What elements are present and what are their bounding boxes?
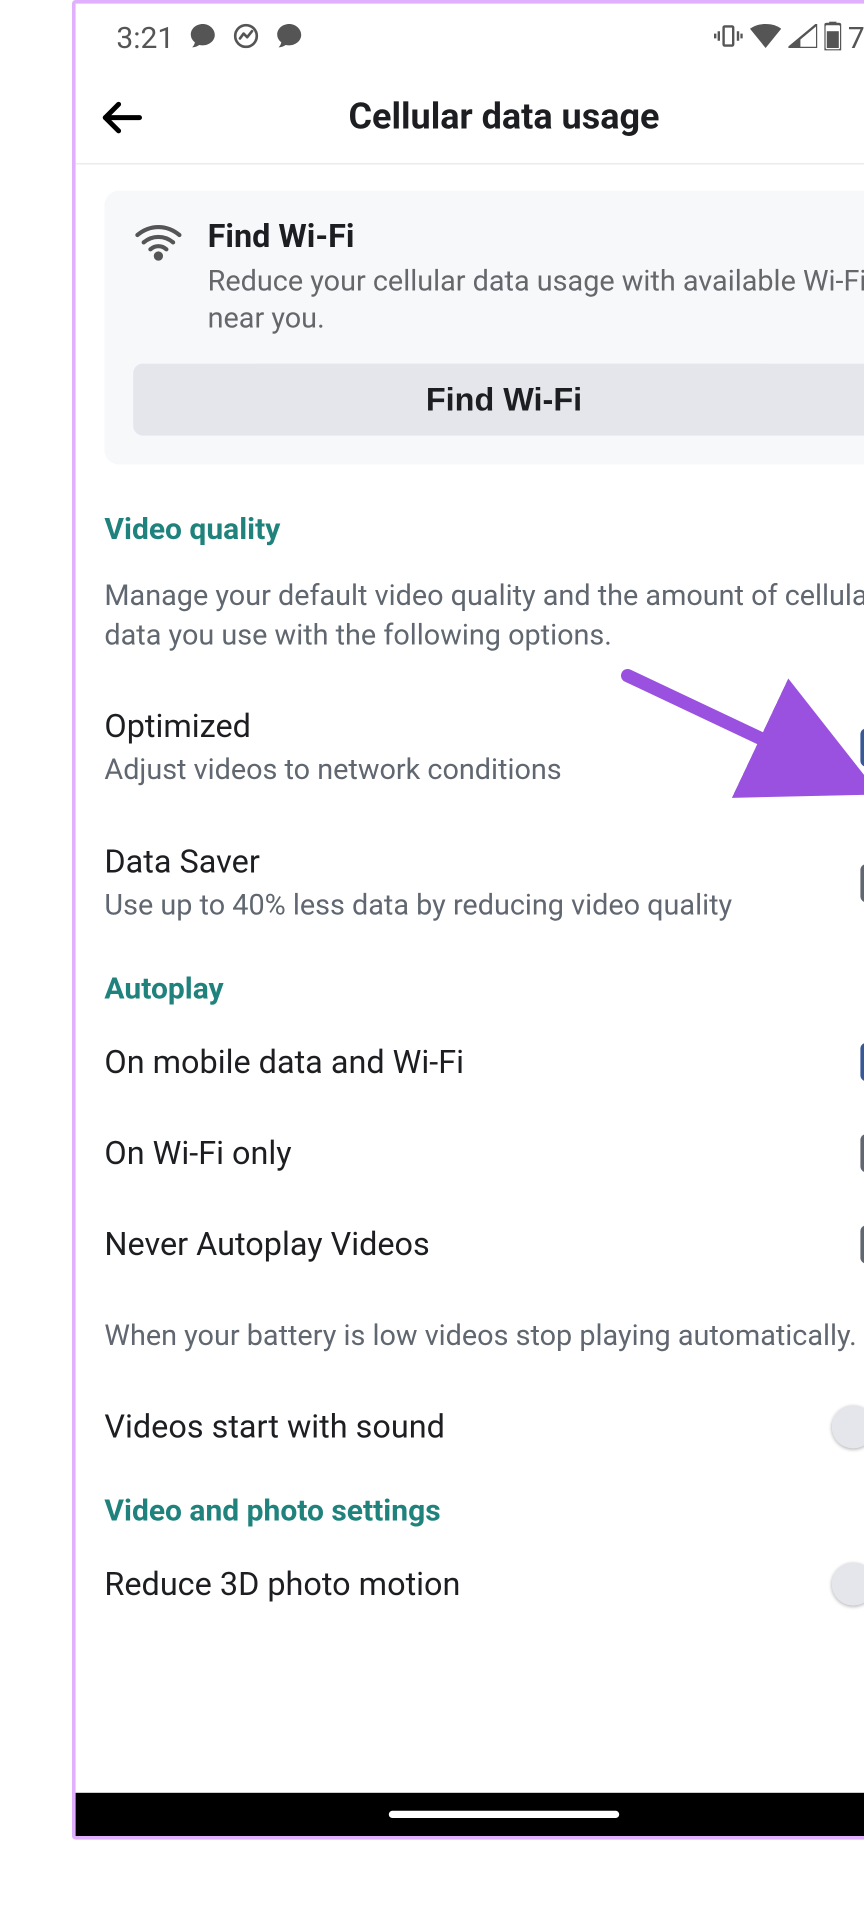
checkbox-optimized[interactable] <box>860 729 864 767</box>
navigation-bar <box>76 1793 864 1836</box>
video-photo-header: Video and photo settings <box>104 1494 864 1529</box>
battery-icon <box>824 22 841 56</box>
wifi-icon <box>133 217 183 272</box>
home-indicator[interactable] <box>389 1811 619 1818</box>
option-autoplay-never[interactable]: Never Autoplay Videos <box>104 1225 864 1263</box>
video-quality-header: Video quality <box>104 513 864 548</box>
chat-bubble-icon <box>189 22 218 56</box>
battery-percent: 73% <box>848 21 864 56</box>
toggle-reduce-3d[interactable] <box>832 1566 864 1602</box>
checkbox-autoplay-wifi-only[interactable] <box>860 1134 864 1172</box>
checkbox-autoplay-never[interactable] <box>860 1225 864 1263</box>
video-quality-desc: Manage your default video quality and th… <box>104 576 864 654</box>
option-autoplay-wifi-only-title: On Wi-Fi only <box>104 1134 841 1172</box>
app-bar: Cellular data usage <box>76 71 864 165</box>
checkbox-autoplay-mobile-wifi[interactable] <box>860 1043 864 1081</box>
arrow-left-icon <box>100 94 146 140</box>
option-optimized[interactable]: Optimized Adjust videos to network condi… <box>104 707 864 789</box>
find-wifi-desc: Reduce your cellular data usage with ava… <box>208 263 864 338</box>
find-wifi-title: Find Wi-Fi <box>208 217 864 255</box>
option-videos-sound-title: Videos start with sound <box>104 1408 812 1446</box>
content-scroll[interactable]: Find Wi-Fi Reduce your cellular data usa… <box>76 164 864 1792</box>
status-bar: 3:21 73% <box>76 4 864 71</box>
autoplay-header: Autoplay <box>104 972 864 1007</box>
find-wifi-button[interactable]: Find Wi-Fi <box>133 364 864 436</box>
option-data-saver[interactable]: Data Saver Use up to 40% less data by re… <box>104 842 864 924</box>
option-data-saver-sub: Use up to 40% less data by reducing vide… <box>104 885 841 924</box>
chat-bubble-icon <box>275 22 304 56</box>
cellular-signal-icon <box>788 24 817 53</box>
find-wifi-card: Find Wi-Fi Reduce your cellular data usa… <box>104 191 864 465</box>
checkbox-data-saver[interactable] <box>860 864 864 902</box>
option-optimized-title: Optimized <box>104 707 841 745</box>
option-reduce-3d-title: Reduce 3D photo motion <box>104 1565 812 1603</box>
autoplay-note: When your battery is low videos stop pla… <box>76 1316 864 1355</box>
option-reduce-3d[interactable]: Reduce 3D photo motion <box>104 1565 864 1603</box>
option-autoplay-wifi-only[interactable]: On Wi-Fi only <box>104 1134 864 1172</box>
vibrate-icon <box>713 22 742 56</box>
option-autoplay-mobile-wifi-title: On mobile data and Wi-Fi <box>104 1043 841 1081</box>
status-time: 3:21 <box>116 21 174 56</box>
option-optimized-sub: Adjust videos to network conditions <box>104 750 841 789</box>
toggle-videos-sound[interactable] <box>832 1409 864 1445</box>
cloud-icon <box>232 22 261 56</box>
option-data-saver-title: Data Saver <box>104 842 841 880</box>
option-autoplay-never-title: Never Autoplay Videos <box>104 1225 841 1263</box>
option-videos-sound[interactable]: Videos start with sound <box>104 1408 864 1446</box>
page-title: Cellular data usage <box>76 96 864 138</box>
wifi-icon <box>749 24 780 53</box>
back-button[interactable] <box>97 92 147 142</box>
option-autoplay-mobile-wifi[interactable]: On mobile data and Wi-Fi <box>104 1043 864 1081</box>
